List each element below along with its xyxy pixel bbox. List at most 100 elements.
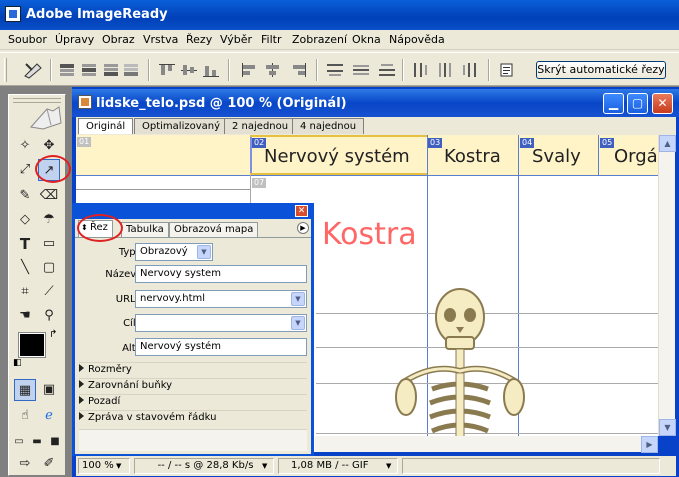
palette-close-button[interactable]: ✕ [295, 205, 308, 217]
menu-upravy[interactable]: Úpravy [55, 33, 94, 46]
distribute-bottom-icon[interactable] [378, 62, 396, 78]
align-right-icon[interactable] [290, 62, 308, 78]
slice-select-tool-icon[interactable] [22, 60, 42, 79]
menu-obraz[interactable]: Obraz [102, 33, 135, 46]
toggle-slice-visibility-icon[interactable]: ▦ [14, 379, 36, 401]
tab-table[interactable]: Tabulka [121, 222, 169, 237]
align-horizontal-center-icon[interactable] [264, 62, 282, 78]
screen-mode-full-menu-icon[interactable]: ▬ [28, 431, 46, 453]
size-dropdown-icon[interactable]: ▼ [386, 462, 391, 470]
zoom-dropdown-icon[interactable]: ▼ [116, 462, 121, 470]
line-icon[interactable]: ╲ [14, 257, 36, 279]
name-field[interactable]: Nervovy system [135, 265, 307, 283]
download-time-field[interactable]: -- / -- s @ 28,8 Kb/s [134, 458, 274, 474]
banner-item-kostra[interactable]: Kostra [444, 146, 501, 167]
eyedropper-icon[interactable]: ⟋ [38, 281, 60, 303]
type-icon[interactable]: T [14, 233, 36, 255]
menu-zobrazeni[interactable]: Zobrazení [292, 33, 347, 46]
menu-rezy[interactable]: Řezy [186, 33, 212, 46]
distribute-horizontal-center-icon[interactable] [436, 62, 454, 78]
scroll-right-arrow-icon[interactable]: ▶ [641, 436, 658, 453]
distribute-vertical-center-icon[interactable] [352, 62, 370, 78]
bring-to-front-icon[interactable] [58, 62, 76, 78]
bring-forward-icon[interactable] [80, 62, 98, 78]
fill-icon[interactable]: ◇ [14, 209, 36, 231]
slice-icon[interactable]: ⤢ [14, 159, 36, 181]
tab-4-up[interactable]: 4 najednou [292, 118, 365, 134]
banner-item-svaly[interactable]: Svaly [532, 146, 581, 167]
edit-icon[interactable]: ✐ [38, 453, 60, 475]
chevron-down-icon[interactable]: ▼ [291, 292, 305, 306]
magic-wand-icon[interactable]: ✧ [14, 135, 36, 157]
tab-original[interactable]: Originál [78, 118, 134, 134]
default-colors-icon[interactable]: ◧ [13, 358, 22, 368]
section-status-message[interactable]: Zpráva v stavovém řádku [79, 410, 307, 425]
tab-image-map[interactable]: Obrazová mapa [169, 222, 259, 237]
rectangle-icon[interactable]: ▭ [38, 233, 60, 255]
rounded-rectangle-icon[interactable]: ▢ [38, 257, 60, 279]
horizontal-scrollbar[interactable]: ▶ [315, 436, 658, 453]
toolbox-grip[interactable] [13, 98, 61, 103]
distribute-right-icon[interactable] [460, 62, 478, 78]
scroll-up-arrow-icon[interactable]: ▲ [659, 135, 676, 152]
slice-options-icon[interactable] [498, 62, 516, 78]
crop-icon[interactable]: ⌗ [14, 281, 36, 303]
chevron-down-icon[interactable]: ▼ [291, 316, 305, 330]
menu-filtr[interactable]: Filtr [261, 33, 281, 46]
maximize-button[interactable]: ▢ [627, 93, 648, 114]
menu-vyber[interactable]: Výběr [220, 33, 252, 46]
section-cell-alignment[interactable]: Zarovnání buňky [79, 378, 307, 393]
menu-soubor[interactable]: Soubor [8, 33, 47, 46]
zoom-icon[interactable]: ⚲ [38, 305, 60, 327]
distribute-top-icon[interactable] [326, 62, 344, 78]
menu-vrstva[interactable]: Vrstva [143, 33, 178, 46]
zoom-level-field[interactable]: 100 % [78, 458, 130, 474]
chevron-down-icon[interactable]: ▼ [197, 245, 211, 259]
hand-icon[interactable]: ☚ [14, 305, 36, 327]
foreground-color-swatch[interactable] [18, 332, 46, 358]
scroll-down-arrow-icon[interactable]: ▼ [659, 419, 676, 436]
minimize-button[interactable]: ▁ [603, 93, 624, 114]
banner-item-organy[interactable]: Orgá [614, 146, 658, 167]
document-title-bar[interactable]: lidske_telo.psd @ 100 % (Originál) ▁ ▢ ✕ [72, 89, 679, 117]
menu-okna[interactable]: Okna [352, 33, 381, 46]
menu-napoveda[interactable]: Nápověda [389, 33, 445, 46]
blur-icon[interactable]: ☂ [38, 209, 60, 231]
file-size-field[interactable]: 1,08 MB / -- GIF [278, 458, 398, 474]
options-grip[interactable] [4, 58, 7, 82]
target-field[interactable]: ▼ [135, 314, 307, 332]
send-backward-icon[interactable] [102, 62, 120, 78]
swap-colors-icon[interactable]: ↱ [49, 329, 57, 340]
brush-icon[interactable]: ✎ [14, 185, 36, 207]
align-left-icon[interactable] [240, 62, 258, 78]
highlight-slice-tab [77, 214, 123, 242]
screen-mode-full-icon[interactable]: ■ [46, 431, 64, 453]
alt-field[interactable]: Nervový systém [135, 338, 307, 356]
align-vertical-center-icon[interactable] [180, 62, 198, 78]
distribute-left-icon[interactable] [412, 62, 430, 78]
tab-optimized[interactable]: Optimalizovaný [134, 118, 229, 134]
hide-auto-slices-button[interactable]: Skrýt automatické řezy [536, 61, 666, 79]
type-select[interactable]: Obrazový ▼ [135, 243, 213, 261]
align-top-icon[interactable] [158, 62, 176, 78]
close-button[interactable]: ✕ [652, 93, 673, 114]
toggle-image-map-icon[interactable]: ▣ [38, 379, 60, 401]
palette-menu-icon[interactable]: ▶ [297, 222, 309, 234]
send-to-back-icon[interactable] [122, 62, 140, 78]
url-field[interactable]: nervovy.html ▼ [135, 290, 307, 308]
screen-mode-standard-icon[interactable]: ▭ [10, 431, 28, 453]
vertical-scrollbar[interactable]: ▲ ▼ [658, 135, 676, 436]
banner-item-nervovy-system[interactable]: Nervový systém [264, 146, 410, 167]
align-bottom-icon[interactable] [202, 62, 220, 78]
eraser-icon[interactable]: ⌫ [38, 185, 60, 207]
imageready-app-icon [5, 6, 21, 22]
section-dimensions-label: Rozměry [88, 364, 132, 375]
preview-in-browser-icon[interactable]: ℯ [38, 405, 60, 427]
tab-2-up[interactable]: 2 najednou [224, 118, 297, 134]
rollover-preview-icon[interactable]: ☝ [14, 405, 36, 427]
section-background[interactable]: Pozadí [79, 394, 307, 409]
move-icon[interactable]: ✥ [38, 135, 60, 157]
jump-to-photoshop-icon[interactable]: ⇨ [14, 453, 36, 475]
section-dimensions[interactable]: Rozměry [79, 362, 307, 377]
speed-dropdown-icon[interactable]: ▼ [262, 462, 267, 470]
